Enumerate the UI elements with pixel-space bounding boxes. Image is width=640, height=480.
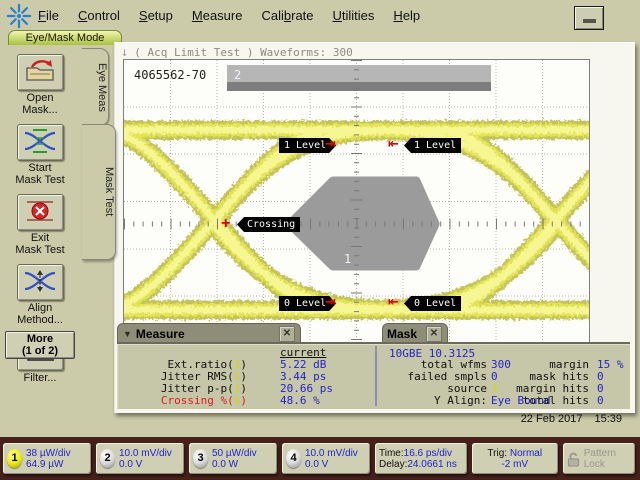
download-arrow-icon: ↓ [121, 45, 129, 59]
exit-mask-test-button[interactable] [16, 194, 64, 231]
tab-mask-test[interactable]: Mask Test [82, 124, 116, 260]
crossing-marker-icon: + [221, 215, 231, 232]
measure-row-value: 48.6 % [280, 394, 320, 407]
menu-items: File Control Setup Measure Calibrate Utilitie… [38, 8, 439, 23]
zero-level-left-arrow-icon: ⇥ [325, 295, 336, 310]
menu-help[interactable]: Help [393, 8, 420, 23]
mask-close-icon[interactable]: ✕ [426, 326, 442, 342]
minimize-icon [582, 19, 596, 23]
eye-diagram-graphic: 2 1 [107, 60, 640, 344]
measure-close-icon[interactable]: ✕ [279, 326, 295, 342]
minimize-button[interactable] [574, 6, 604, 30]
pattern-lock-button[interactable]: Pattern Lock [562, 443, 636, 474]
mask-top-region: 2 [227, 65, 491, 91]
channel-4-readout: 10.0 mV/div 0.0 V [305, 447, 358, 470]
channel-2-readout: 10.0 mV/div 0.0 V [119, 447, 172, 470]
open-mask-icon [26, 60, 54, 81]
start-mask-test-label: Start Mask Test [15, 162, 65, 186]
mask-stat-label: Y Align: [434, 394, 487, 407]
one-level-right-arrow-icon: ⇤ [388, 137, 399, 152]
lock-icon [567, 452, 579, 467]
channel-3-badge: 3 [193, 449, 208, 468]
channel-2-button[interactable]: 2 10.0 mV/div 0.0 V [96, 443, 184, 474]
one-level-right-marker: 1 Level [404, 138, 462, 153]
mask-hits-labels: margin mask hits margin hits total hits [495, 359, 589, 407]
align-method-button[interactable] [16, 264, 64, 301]
measure-panel-tab[interactable]: ▼ Measure ✕ [117, 323, 301, 344]
measure-values-column: current 5.22 dB 3.44 ps 20.66 ps 48.6 % [280, 347, 375, 407]
trigger-button[interactable]: Trig: Normal -2 mV [471, 443, 558, 474]
timebase-button[interactable]: Time:16.6 ps/div Delay:24.0661 ns [375, 443, 467, 474]
open-mask-button[interactable] [16, 54, 64, 91]
display-screen: ↓( Acq Limit Test ) Waveforms: 300 2 1 4… [107, 42, 640, 413]
channel-1-readout: 38 µW/div 64.9 µW [26, 447, 71, 470]
bottom-status-bar: 1 38 µW/div 64.9 µW 2 10.0 mV/div 0.0 V 3 50 µW… [0, 437, 640, 480]
menu-file[interactable]: File [38, 8, 59, 23]
mask-stats-labels: total wfms failed smpls source Y Align: [383, 359, 487, 407]
mask-hits-values: 15 % 0 0 0 [597, 359, 627, 407]
channel-3-button[interactable]: 3 50 µW/div 0.0 W [189, 443, 277, 474]
menu-control[interactable]: Control [78, 8, 120, 23]
menu-calibrate[interactable]: Calibrate [261, 8, 313, 23]
menu-measure[interactable]: Measure [192, 8, 243, 23]
zero-level-right-marker: 0 Level [404, 296, 462, 311]
menu-setup[interactable]: Setup [139, 8, 173, 23]
measure-panel-title: Measure [135, 327, 185, 341]
align-method-icon [24, 270, 56, 292]
menu-bar: File Control Setup Measure Calibrate Utilitie… [0, 0, 640, 30]
measure-row-label: Crossing %(1) [160, 394, 247, 407]
channel-4-button[interactable]: 4 10.0 mV/div 0.0 V [282, 443, 370, 474]
mask-stat-value: 0 [597, 394, 604, 407]
align-method-label: Align Method... [17, 302, 63, 326]
svg-text:2: 2 [234, 68, 241, 82]
channel-buttons: 1 38 µW/div 64.9 µW 2 10.0 mV/div 0.0 V 3 50 µW… [3, 443, 375, 474]
one-level-left-arrow-icon: ⇥ [325, 137, 336, 152]
mask-panel-tab[interactable]: Mask ✕ [382, 323, 448, 344]
zero-level-right-arrow-icon: ⇤ [388, 295, 399, 310]
exit-mask-test-label: Exit Mask Test [15, 232, 65, 256]
crossing-marker: Crossing [237, 217, 301, 232]
model-label: 4065562-70 [134, 68, 207, 82]
channel-4-badge: 4 [286, 449, 301, 468]
more-button[interactable]: More (1 of 2) [5, 331, 75, 359]
open-mask-label: Open Mask... [22, 92, 58, 116]
eye-diagram-plot: 2 1 4065562-70 1 Level ⇥ ⇤ 1 Level + Cro… [107, 59, 640, 345]
measurement-readout-panel: Ext.ratio(1) Jitter RMS(1) Jitter p-p(1) Cr… [117, 342, 630, 409]
agilent-spark-logo [6, 3, 32, 29]
acq-status-line: ↓( Acq Limit Test ) Waveforms: 300 [121, 45, 353, 59]
datetime-readout: 22 Feb 2017 15:39 [500, 413, 622, 425]
start-mask-test-button[interactable] [16, 124, 64, 161]
mask-stat-label: total hits [522, 394, 589, 407]
filter-label: Filter... [23, 372, 57, 384]
measure-labels-column: Ext.ratio(1) Jitter RMS(1) Jitter p-p(1) Cr… [117, 347, 247, 407]
tab-eye-meas[interactable]: Eye Meas [82, 48, 109, 126]
time-text: 15:39 [594, 413, 622, 425]
channel-1-badge: 1 [7, 449, 22, 468]
mode-tab[interactable]: Eye/Mask Mode [8, 30, 122, 45]
mask-panel-title: Mask [387, 327, 418, 341]
channel-1-button[interactable]: 1 38 µW/div 64.9 µW [3, 443, 91, 474]
svg-text:1: 1 [344, 252, 351, 266]
channel-3-readout: 50 µW/div 0.0 W [212, 447, 257, 470]
panel-divider [375, 346, 377, 406]
start-mask-test-icon [24, 129, 56, 153]
menu-utilities[interactable]: Utilities [333, 8, 375, 23]
channel-2-badge: 2 [100, 449, 115, 468]
exit-mask-test-icon [27, 201, 53, 221]
date-text: 22 Feb 2017 [520, 413, 583, 425]
collapse-triangle-icon: ▼ [123, 329, 132, 339]
